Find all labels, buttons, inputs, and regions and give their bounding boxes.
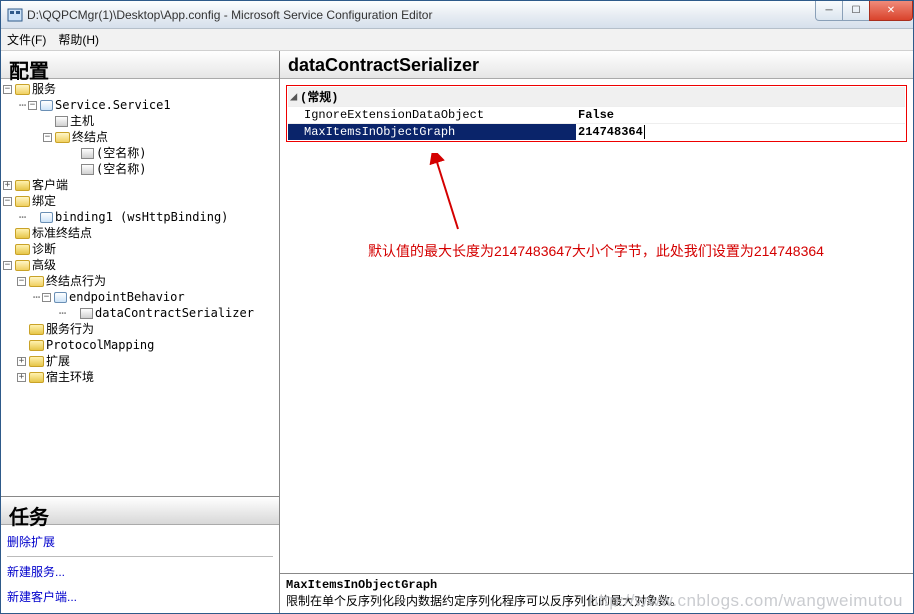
app-icon xyxy=(7,7,23,23)
behavior-icon xyxy=(54,292,67,303)
tree-host[interactable]: 主机 xyxy=(3,113,277,129)
window-buttons: ─ ☐ ✕ xyxy=(816,1,913,21)
prop-maxitemsinobjectgraph[interactable]: MaxItemsInObjectGraph 214748364 xyxy=(288,123,905,140)
folder-icon xyxy=(29,340,44,351)
config-panel-title: 配置 xyxy=(1,51,279,79)
tree-diagnostics[interactable]: 诊断 xyxy=(3,241,277,257)
collapse-icon[interactable]: − xyxy=(43,133,52,142)
tree-svcbehavior[interactable]: 服务行为 xyxy=(3,321,277,337)
folder-open-icon xyxy=(15,196,30,207)
right-title: dataContractSerializer xyxy=(280,51,913,79)
folder-icon xyxy=(15,180,30,191)
service-icon xyxy=(40,100,53,111)
maximize-button[interactable]: ☐ xyxy=(842,1,870,21)
minimize-button[interactable]: ─ xyxy=(815,1,843,21)
host-icon xyxy=(55,116,68,127)
tree-hostenv[interactable]: +宿主环境 xyxy=(3,369,277,385)
tree-datacontractserializer[interactable]: ⋯dataContractSerializer xyxy=(3,305,277,321)
tree-endpoints[interactable]: −终结点 xyxy=(3,129,277,145)
endpoint-icon xyxy=(81,148,94,159)
collapse-icon[interactable]: − xyxy=(28,101,37,110)
binding-icon xyxy=(40,212,53,223)
tree-bindings[interactable]: −绑定 xyxy=(3,193,277,209)
tree-epbehavior[interactable]: −终结点行为 xyxy=(3,273,277,289)
right-panel: dataContractSerializer ◢(常规) IgnoreExten… xyxy=(280,51,913,613)
collapse-icon[interactable]: − xyxy=(3,261,12,270)
folder-open-icon xyxy=(29,276,44,287)
divider xyxy=(7,556,273,557)
expand-icon[interactable]: + xyxy=(17,357,26,366)
tree-protocolmapping[interactable]: ProtocolMapping xyxy=(3,337,277,353)
menu-help[interactable]: 帮助(H) xyxy=(58,31,99,48)
tree-endpointbehavior-node[interactable]: ⋯−endpointBehavior xyxy=(3,289,277,305)
folder-open-icon xyxy=(15,84,30,95)
annotation-arrow-icon xyxy=(428,153,468,233)
expand-icon[interactable]: + xyxy=(17,373,26,382)
collapse-triangle-icon[interactable]: ◢ xyxy=(290,89,300,104)
left-panel: 配置 −服务 ⋯−Service.Service1 主机 −终结点 (空名称) … xyxy=(1,51,280,613)
collapse-icon[interactable]: − xyxy=(3,85,12,94)
desc-name: MaxItemsInObjectGraph xyxy=(286,578,907,592)
collapse-icon[interactable]: − xyxy=(3,197,12,206)
tree-client[interactable]: +客户端 xyxy=(3,177,277,193)
property-grid-wrap: ◢(常规) IgnoreExtensionDataObject False Ma… xyxy=(280,79,913,573)
property-category[interactable]: ◢(常规) xyxy=(288,87,905,106)
folder-icon xyxy=(29,372,44,383)
tree-services[interactable]: −服务 xyxy=(3,81,277,97)
app-window: D:\QQPCMgr(1)\Desktop\App.config - Micro… xyxy=(0,0,914,614)
menubar: 文件(F) 帮助(H) xyxy=(1,29,913,51)
tree-stdendpoints[interactable]: 标准终结点 xyxy=(3,225,277,241)
endpoint-icon xyxy=(81,164,94,175)
tasks-title: 任务 xyxy=(1,497,279,525)
tree-extensions[interactable]: +扩展 xyxy=(3,353,277,369)
prop-value[interactable]: False xyxy=(576,107,905,123)
expand-icon[interactable]: + xyxy=(3,181,12,190)
folder-icon xyxy=(15,244,30,255)
tree-endpoint-1[interactable]: (空名称) xyxy=(3,145,277,161)
desc-text: 限制在单个反序列化段内数据约定序列化程序可以反序列化的最大对象数。 xyxy=(286,592,907,609)
folder-icon xyxy=(29,324,44,335)
content: 配置 −服务 ⋯−Service.Service1 主机 −终结点 (空名称) … xyxy=(1,51,913,613)
tree-binding1[interactable]: ⋯binding1 (wsHttpBinding) xyxy=(3,209,277,225)
folder-icon xyxy=(15,228,30,239)
highlight-box: ◢(常规) IgnoreExtensionDataObject False Ma… xyxy=(286,85,907,142)
tasks-panel: 任务 删除扩展 新建服务... 新建客户端... xyxy=(1,496,279,613)
prop-name: IgnoreExtensionDataObject xyxy=(288,107,576,123)
prop-value-input[interactable]: 214748364 xyxy=(576,124,905,140)
extension-icon xyxy=(80,308,93,319)
task-delete-extension[interactable]: 删除扩展 xyxy=(7,529,273,554)
task-new-client[interactable]: 新建客户端... xyxy=(7,584,273,609)
tree-service1[interactable]: ⋯−Service.Service1 xyxy=(3,97,277,113)
tasks-body: 删除扩展 新建服务... 新建客户端... xyxy=(1,525,279,613)
folder-open-icon xyxy=(15,260,30,271)
property-description: MaxItemsInObjectGraph 限制在单个反序列化段内数据约定序列化… xyxy=(280,573,913,613)
prop-ignoreextensiondataobject[interactable]: IgnoreExtensionDataObject False xyxy=(288,106,905,123)
collapse-icon[interactable]: − xyxy=(17,277,26,286)
config-tree[interactable]: −服务 ⋯−Service.Service1 主机 −终结点 (空名称) (空名… xyxy=(1,79,279,496)
folder-icon xyxy=(29,356,44,367)
task-new-service[interactable]: 新建服务... xyxy=(7,559,273,584)
titlebar: D:\QQPCMgr(1)\Desktop\App.config - Micro… xyxy=(1,1,913,29)
tree-endpoint-2[interactable]: (空名称) xyxy=(3,161,277,177)
folder-open-icon xyxy=(55,132,70,143)
menu-file[interactable]: 文件(F) xyxy=(7,31,46,48)
property-grid[interactable]: ◢(常规) IgnoreExtensionDataObject False Ma… xyxy=(288,87,905,140)
annotation-text: 默认值的最大长度为2147483647大小个字节，此处我们设置为21474836… xyxy=(368,241,824,261)
prop-name: MaxItemsInObjectGraph xyxy=(288,124,576,140)
tree-advanced[interactable]: −高级 xyxy=(3,257,277,273)
close-button[interactable]: ✕ xyxy=(869,1,913,21)
window-title: D:\QQPCMgr(1)\Desktop\App.config - Micro… xyxy=(27,8,816,22)
collapse-icon[interactable]: − xyxy=(42,293,51,302)
